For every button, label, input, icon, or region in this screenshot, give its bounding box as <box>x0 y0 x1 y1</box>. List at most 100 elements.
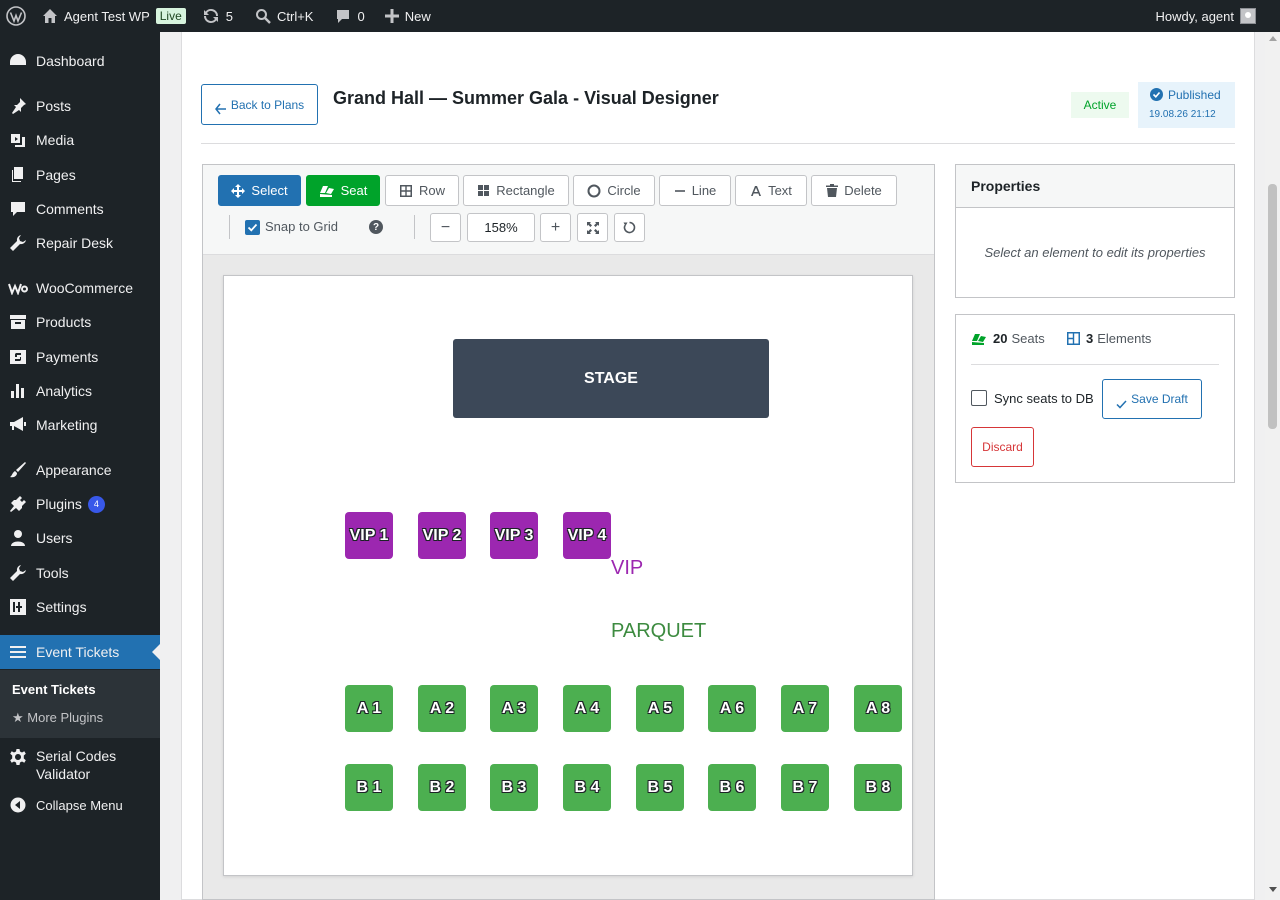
seat-vip-4[interactable]: VIP 4 <box>563 512 611 559</box>
menu-payments[interactable]: Payments <box>0 340 160 374</box>
scroll-up-arrow[interactable] <box>1269 36 1277 41</box>
line-tool-button[interactable]: Line <box>659 175 731 206</box>
plugins-update-badge: 4 <box>87 495 105 513</box>
fit-to-screen-button[interactable] <box>577 213 608 242</box>
my-account[interactable]: Howdy, agent <box>1147 0 1280 32</box>
menu-comments[interactable]: Comments <box>0 192 160 226</box>
seat-b-8[interactable]: B 8 <box>854 764 902 811</box>
woocommerce-icon <box>8 278 28 298</box>
plug-icon <box>8 494 28 514</box>
seat-designer: Select Seat Row Rectangle Circle Line Te… <box>202 164 935 900</box>
check-icon <box>1116 398 1127 412</box>
seat-vip-2[interactable]: VIP 2 <box>418 512 466 559</box>
seat-a-8[interactable]: A 8 <box>854 685 902 732</box>
parquet-zone-label[interactable]: PARQUET <box>611 620 706 643</box>
seat-b-7[interactable]: B 7 <box>781 764 829 811</box>
menu-serial-codes[interactable]: Serial Codes Validator <box>0 744 160 788</box>
menu-event-tickets[interactable]: Event Tickets <box>0 635 160 669</box>
scroll-down-arrow[interactable] <box>1269 887 1277 892</box>
properties-title: Properties <box>956 165 1234 208</box>
canvas-viewport[interactable]: STAGE VIP 1 VIP 2 VIP 3 VIP 4 VIP PARQUE… <box>203 255 934 899</box>
text-tool-button[interactable]: Text <box>735 175 807 206</box>
seat-b-2[interactable]: B 2 <box>418 764 466 811</box>
new-content-link[interactable]: New <box>373 0 439 32</box>
zoom-in-button[interactable]: + <box>540 213 571 242</box>
seat-b-1[interactable]: B 1 <box>345 764 393 811</box>
seat-a-7[interactable]: A 7 <box>781 685 829 732</box>
undo-icon <box>623 221 636 234</box>
event-tickets-submenu: Event Tickets ★ More Plugins <box>0 670 160 738</box>
snap-to-grid-label[interactable]: Snap to Grid <box>265 219 338 234</box>
snap-to-grid-checkbox[interactable] <box>245 220 260 235</box>
submenu-event-tickets[interactable]: Event Tickets <box>12 682 96 697</box>
site-name-link[interactable]: Agent Test WP Live <box>34 0 194 32</box>
search-icon <box>256 9 271 24</box>
seat-b-5[interactable]: B 5 <box>636 764 684 811</box>
elements-label: Elements <box>1097 331 1152 346</box>
collapse-menu-button[interactable]: Collapse Menu <box>0 788 160 822</box>
discard-button[interactable]: Discard <box>971 427 1034 467</box>
site-name: Agent Test WP <box>64 8 150 24</box>
wrench-icon <box>8 233 28 253</box>
menu-media[interactable]: Media <box>0 123 160 157</box>
row-tool-button[interactable]: Row <box>385 175 459 206</box>
menu-label: Comments <box>36 201 104 217</box>
expand-icon <box>586 221 599 234</box>
menu-settings[interactable]: Settings <box>0 590 160 624</box>
menu-products[interactable]: Products <box>0 305 160 339</box>
delete-tool-button[interactable]: Delete <box>811 175 897 206</box>
scrollbar-thumb[interactable] <box>1268 184 1277 429</box>
comments-link[interactable]: 0 <box>321 0 372 32</box>
help-icon[interactable]: ? <box>369 220 383 234</box>
seat-a-3[interactable]: A 3 <box>490 685 538 732</box>
seat-vip-3[interactable]: VIP 3 <box>490 512 538 559</box>
dashboard-icon <box>8 51 28 71</box>
menu-posts[interactable]: Posts <box>0 89 160 123</box>
select-tool-button[interactable]: Select <box>218 175 301 206</box>
seat-b-6[interactable]: B 6 <box>708 764 756 811</box>
seat-a-6[interactable]: A 6 <box>708 685 756 732</box>
menu-users[interactable]: Users <box>0 521 160 555</box>
page-scrollbar[interactable] <box>1265 32 1280 900</box>
header-divider <box>201 143 1235 144</box>
updates-link[interactable]: 5 <box>194 0 241 32</box>
seat-b-3[interactable]: B 3 <box>490 764 538 811</box>
menu-appearance[interactable]: Appearance <box>0 453 160 487</box>
vip-zone-label[interactable]: VIP <box>611 557 643 580</box>
sync-seats-checkbox[interactable] <box>971 390 987 406</box>
menu-label: Pages <box>36 167 76 183</box>
menu-plugins[interactable]: Plugins 4 <box>0 487 160 521</box>
menu-marketing[interactable]: Marketing <box>0 408 160 442</box>
seating-canvas[interactable]: STAGE VIP 1 VIP 2 VIP 3 VIP 4 VIP PARQUE… <box>223 275 913 876</box>
rectangle-tool-button[interactable]: Rectangle <box>463 175 569 206</box>
search-link[interactable]: Ctrl+K <box>241 0 321 32</box>
menu-dashboard[interactable]: Dashboard <box>0 44 160 78</box>
zoom-out-button[interactable]: − <box>430 213 461 242</box>
zoom-level-input[interactable]: 158% <box>467 213 535 242</box>
seat-vip-1[interactable]: VIP 1 <box>345 512 393 559</box>
seat-a-2[interactable]: A 2 <box>418 685 466 732</box>
menu-woocommerce[interactable]: WooCommerce <box>0 271 160 305</box>
seat-b-4[interactable]: B 4 <box>563 764 611 811</box>
back-to-plans-button[interactable]: Back to Plans <box>201 84 318 125</box>
menu-tools[interactable]: Tools <box>0 556 160 590</box>
stage-shape[interactable]: STAGE <box>453 339 769 418</box>
circle-tool-button[interactable]: Circle <box>573 175 655 206</box>
menu-repair-desk[interactable]: Repair Desk <box>0 226 160 260</box>
toolbar-divider <box>414 215 415 239</box>
sync-seats-label[interactable]: Sync seats to DB <box>994 391 1094 406</box>
submenu-more-plugins[interactable]: ★ More Plugins <box>12 710 103 726</box>
seat-a-5[interactable]: A 5 <box>636 685 684 732</box>
wp-logo[interactable] <box>0 0 34 32</box>
menu-pages[interactable]: Pages <box>0 158 160 192</box>
save-draft-button[interactable]: Save Draft <box>1102 379 1202 419</box>
seat-tool-button[interactable]: Seat <box>306 175 380 206</box>
seat-a-4[interactable]: A 4 <box>563 685 611 732</box>
search-shortcut: Ctrl+K <box>277 8 314 24</box>
seat-a-1[interactable]: A 1 <box>345 685 393 732</box>
howdy-text: Howdy, agent <box>1155 8 1234 24</box>
menu-analytics[interactable]: Analytics <box>0 374 160 408</box>
menu-label: Products <box>36 314 92 330</box>
reset-view-button[interactable] <box>614 213 645 242</box>
arrow-left-icon <box>214 103 227 118</box>
